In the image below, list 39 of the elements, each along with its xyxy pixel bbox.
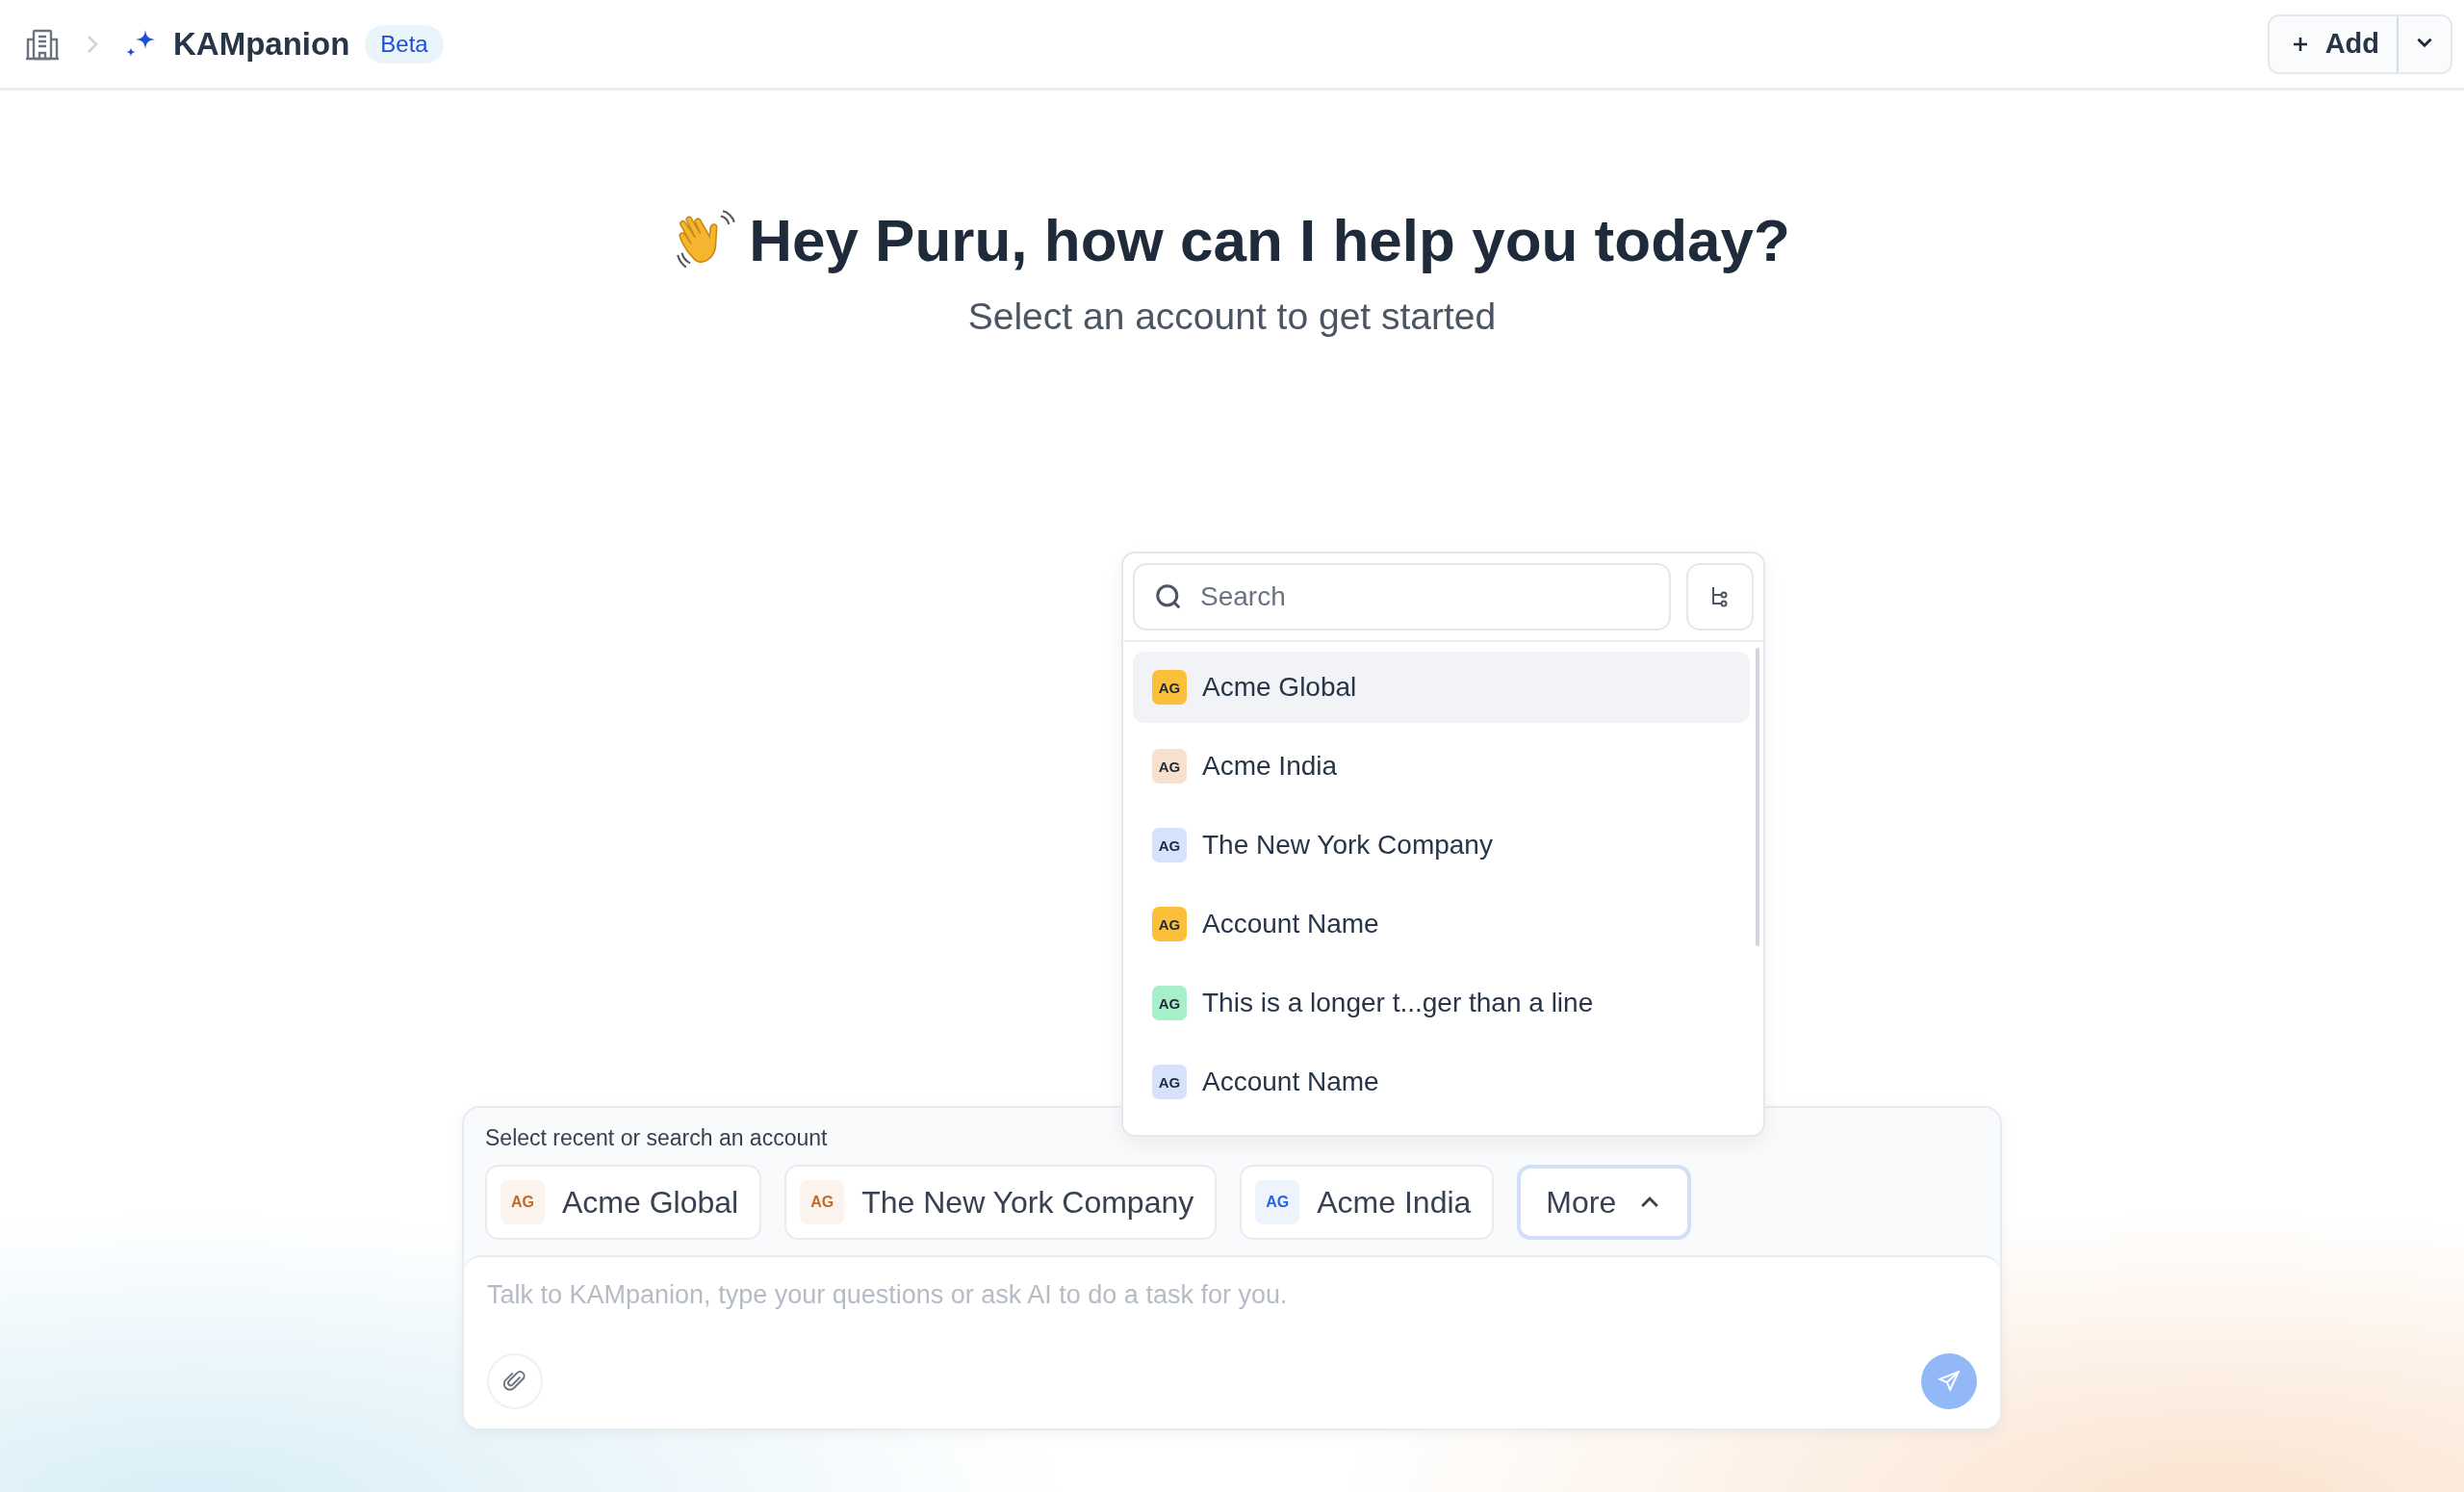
account-avatar: AG — [1152, 1065, 1187, 1099]
hierarchy-button[interactable] — [1686, 563, 1754, 630]
account-avatar: AG — [1152, 828, 1187, 862]
send-icon — [1937, 1369, 1962, 1394]
account-avatar: AG — [1152, 749, 1187, 784]
more-button[interactable]: More — [1517, 1165, 1692, 1240]
greeting-subtitle: Select an account to get started — [966, 296, 1498, 338]
account-name: This is a longer t...ger than a line — [1202, 988, 1594, 1018]
account-name: Acme Global — [1202, 672, 1357, 703]
search-field[interactable]: Search — [1133, 563, 1671, 630]
hierarchy-icon — [1710, 585, 1730, 608]
account-avatar: AG — [1152, 986, 1187, 1020]
recent-label: Select recent or search an account — [484, 1124, 829, 1152]
account-avatar: AG — [800, 1180, 845, 1224]
message-field[interactable]: Talk to KAMpanion, type your questions or ask AI to do a task for you. — [487, 1280, 1977, 1353]
greeting-heading: Hey Puru, how can I help you today? — [749, 206, 1790, 274]
account-avatar: AG — [500, 1180, 545, 1224]
account-name: Acme India — [1202, 751, 1338, 782]
account-option[interactable]: AG The New York Company — [1133, 810, 1750, 881]
account-name: Account Name — [1202, 1067, 1379, 1097]
account-option[interactable]: AG This is a longer t...ger than a line — [1133, 967, 1750, 1039]
account-option[interactable]: AG Acme India — [1133, 731, 1750, 802]
account-option[interactable]: AG Account Name — [1133, 888, 1750, 960]
account-chip[interactable]: AG Acme Global — [485, 1165, 762, 1240]
account-avatar: AG — [1152, 670, 1187, 705]
beta-badge: Beta — [365, 24, 444, 64]
account-chip[interactable]: AG Acme India — [1240, 1165, 1495, 1240]
account-avatar: AG — [1255, 1180, 1300, 1224]
paperclip-icon — [502, 1369, 527, 1394]
account-avatar: AG — [1152, 907, 1187, 941]
page-title: KAMpanion — [173, 25, 350, 63]
account-name: The New York Company — [1202, 830, 1493, 861]
search-icon — [1154, 582, 1183, 611]
account-name: Account Name — [1202, 909, 1379, 939]
account-option[interactable]: AG Acme Global — [1133, 652, 1750, 723]
account-chip[interactable]: AG The New York Company — [784, 1165, 1218, 1240]
message-box[interactable]: Talk to KAMpanion, type your questions or ask AI to do a task for you. — [464, 1255, 2000, 1428]
account-option[interactable]: AG Account Name — [1133, 1046, 1750, 1118]
add-button[interactable]: Add — [2269, 15, 2399, 72]
